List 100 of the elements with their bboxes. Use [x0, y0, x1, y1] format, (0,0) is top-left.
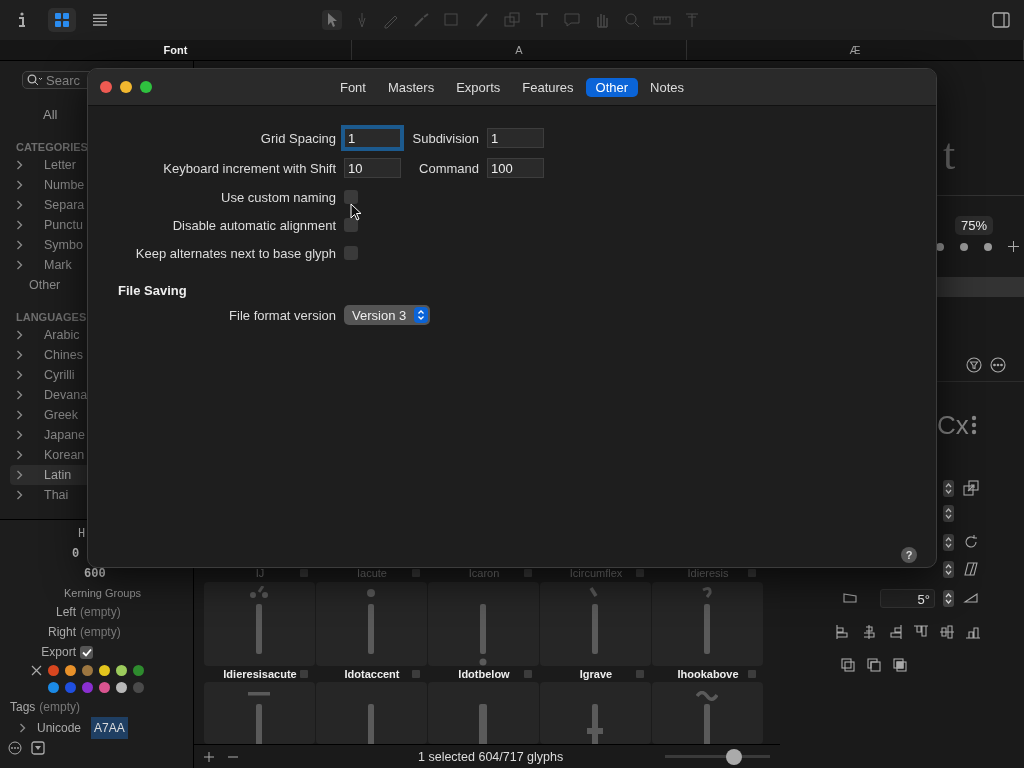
language-item[interactable]: Thai [44, 488, 69, 502]
left-value[interactable]: (empty) [80, 602, 121, 622]
zoom-dot[interactable] [984, 242, 992, 251]
sidebar-toggle-icon[interactable] [992, 12, 1010, 28]
align-middle-icon[interactable] [939, 624, 955, 640]
add-icon[interactable] [1008, 241, 1019, 252]
color-swatch[interactable] [116, 665, 127, 676]
align-top-icon[interactable] [913, 624, 929, 640]
glyph-cell[interactable] [540, 582, 651, 666]
right-value[interactable]: (empty) [80, 622, 121, 642]
help-button[interactable]: ? [901, 547, 917, 563]
category-item[interactable]: Mark [44, 258, 72, 272]
resize-icon[interactable] [963, 480, 979, 496]
color-swatch[interactable] [99, 665, 110, 676]
category-item[interactable]: Other [29, 278, 61, 292]
unicode-value[interactable]: A7AA [91, 717, 128, 739]
view-mode-button[interactable] [48, 8, 76, 32]
language-item[interactable]: Cyrilli [44, 368, 75, 382]
shift-increment-field[interactable]: 10 [344, 158, 401, 178]
glyph-cell[interactable] [652, 582, 763, 666]
stepper-control[interactable] [943, 533, 954, 551]
settings-tab[interactable]: Exports [446, 77, 511, 97]
color-swatch[interactable] [65, 665, 76, 676]
language-item[interactable]: Devana [44, 388, 88, 402]
pointer-icon[interactable] [322, 10, 342, 30]
glyph-cell[interactable] [204, 582, 315, 666]
glyph-cell[interactable] [652, 682, 763, 744]
export-checkbox[interactable] [80, 645, 93, 659]
glyph-cell[interactable] [316, 582, 427, 666]
slant-field[interactable]: 5° [880, 588, 935, 608]
settings-tab[interactable]: Font [329, 77, 376, 97]
color-swatch[interactable] [48, 665, 59, 676]
command-increment-field[interactable]: 100 [487, 158, 544, 178]
color-swatch[interactable] [82, 665, 93, 676]
stepper-control[interactable] [943, 479, 954, 497]
option-checkbox[interactable] [344, 246, 358, 260]
color-swatch[interactable] [48, 682, 59, 693]
format-popup[interactable]: Version 3 [344, 305, 431, 325]
dropdown-icon[interactable] [31, 741, 45, 755]
union-icon[interactable] [840, 657, 856, 673]
minimize-button[interactable] [120, 81, 132, 93]
align-left-icon[interactable] [835, 624, 851, 640]
x-icon[interactable] [31, 665, 42, 676]
stepper-control[interactable] [943, 589, 954, 607]
language-item[interactable]: Korean [44, 448, 85, 462]
add-icon[interactable] [204, 751, 214, 762]
language-item[interactable]: Arabic [44, 328, 80, 342]
color-swatch[interactable] [116, 682, 127, 693]
stepper-control[interactable] [943, 560, 954, 578]
option-checkbox[interactable] [344, 190, 358, 204]
align-bottom-icon[interactable] [965, 624, 981, 640]
settings-tab[interactable]: Features [512, 77, 584, 97]
document-tab[interactable]: Æ [687, 40, 1024, 60]
zoom-dot[interactable] [960, 242, 968, 251]
category-item[interactable]: Punctu [44, 218, 83, 232]
more-icon[interactable] [990, 357, 1006, 373]
language-item[interactable]: Greek [44, 408, 79, 422]
chevron-icon[interactable] [19, 723, 27, 733]
category-item[interactable]: Symbo [44, 238, 83, 252]
color-swatch[interactable] [65, 682, 76, 693]
category-item[interactable]: Separa [44, 198, 85, 212]
subdivision-field[interactable]: 1 [487, 128, 544, 148]
skew-icon[interactable] [963, 590, 979, 606]
option-checkbox[interactable] [344, 218, 358, 232]
rotate-icon[interactable] [963, 534, 979, 550]
zoom-field[interactable]: 75% [955, 216, 994, 235]
glyph-cell[interactable] [428, 582, 539, 666]
close-button[interactable] [100, 81, 112, 93]
category-item[interactable]: Numbe [44, 178, 85, 192]
align-center-icon[interactable] [861, 624, 877, 640]
language-item[interactable]: Japane [44, 428, 85, 442]
settings-tab[interactable]: Notes [640, 77, 695, 97]
zoom-button[interactable] [140, 81, 152, 93]
language-item[interactable]: Latin [44, 468, 72, 482]
color-swatch[interactable] [82, 682, 93, 693]
grid-spacing-field[interactable]: 1 [344, 128, 401, 148]
glyph-preview: t [943, 130, 956, 179]
language-item[interactable]: Chines [44, 348, 83, 362]
document-tab[interactable]: A [352, 40, 687, 60]
slant-icon[interactable] [963, 561, 979, 577]
subtract-icon[interactable] [866, 657, 882, 673]
document-tab[interactable]: Font [0, 40, 352, 60]
glyph-cell[interactable] [204, 682, 315, 744]
align-right-icon[interactable] [887, 624, 903, 640]
glyph-cell[interactable] [428, 682, 539, 744]
intersect-icon[interactable] [892, 657, 908, 673]
stepper-control[interactable] [943, 504, 954, 522]
color-swatch[interactable] [133, 682, 144, 693]
tags-value[interactable]: (empty) [39, 697, 81, 717]
glyph-cell[interactable] [316, 682, 427, 744]
category-item[interactable]: Letter [44, 158, 76, 172]
color-swatch[interactable] [133, 665, 144, 676]
filter-icon[interactable] [966, 357, 982, 373]
skew-icon[interactable] [842, 590, 858, 606]
settings-tab[interactable]: Masters [377, 77, 445, 97]
color-swatch[interactable] [99, 682, 110, 693]
more-icon[interactable] [8, 741, 22, 755]
settings-tab[interactable]: Other [585, 77, 639, 97]
slider-thumb[interactable] [725, 748, 742, 765]
glyph-cell[interactable] [540, 682, 651, 744]
